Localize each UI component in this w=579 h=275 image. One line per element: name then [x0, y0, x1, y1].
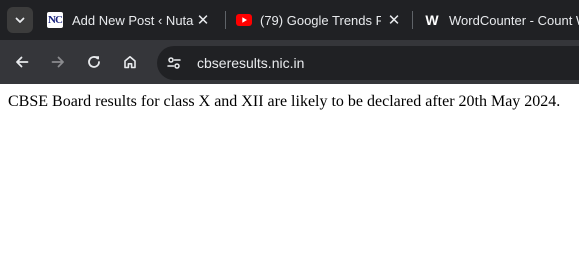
tab-google-trends[interactable]: (79) Google Trends Fre ✕	[236, 4, 406, 36]
tab-separator	[412, 11, 413, 29]
close-tab-icon[interactable]: ✕	[386, 12, 402, 29]
wordcounter-logo-text: W	[425, 12, 439, 28]
arrow-left-icon	[16, 56, 29, 68]
tab-title: (79) Google Trends Fre	[260, 12, 381, 28]
nc-logo-icon: NC	[47, 12, 63, 28]
back-button[interactable]	[8, 48, 36, 76]
tab-wordcounter[interactable]: W WordCounter - Count W	[424, 4, 579, 36]
tab-title: WordCounter - Count W	[449, 12, 579, 28]
address-bar[interactable]: cbseresults.nic.in	[157, 46, 579, 80]
wordcounter-icon: W	[424, 12, 440, 28]
forward-button[interactable]	[44, 48, 72, 76]
url-text[interactable]: cbseresults.nic.in	[197, 55, 304, 71]
home-button[interactable]	[116, 48, 144, 76]
chevron-down-icon	[15, 17, 25, 23]
tune-icon	[167, 57, 181, 69]
tab-separator	[225, 11, 226, 29]
home-icon	[124, 56, 136, 69]
reload-icon	[88, 56, 100, 68]
page-content: CBSE Board results for class X and XII a…	[0, 84, 579, 275]
nc-logo-text: NC	[48, 14, 63, 26]
close-tab-icon[interactable]: ✕	[195, 12, 211, 29]
announcement-text: CBSE Board results for class X and XII a…	[8, 93, 561, 110]
tab-title: Add New Post ‹ Nutan	[72, 12, 194, 28]
tab-search-button[interactable]	[7, 7, 33, 33]
arrow-right-icon	[51, 56, 64, 68]
reload-button[interactable]	[80, 48, 108, 76]
tab-add-new-post[interactable]: NC Add New Post ‹ Nutan ✕	[47, 4, 219, 36]
site-info-button[interactable]	[161, 50, 187, 76]
youtube-icon	[236, 12, 252, 28]
browser-toolbar: cbseresults.nic.in	[0, 40, 579, 84]
tab-strip: NC Add New Post ‹ Nutan ✕ (79) Google Tr…	[0, 0, 579, 40]
